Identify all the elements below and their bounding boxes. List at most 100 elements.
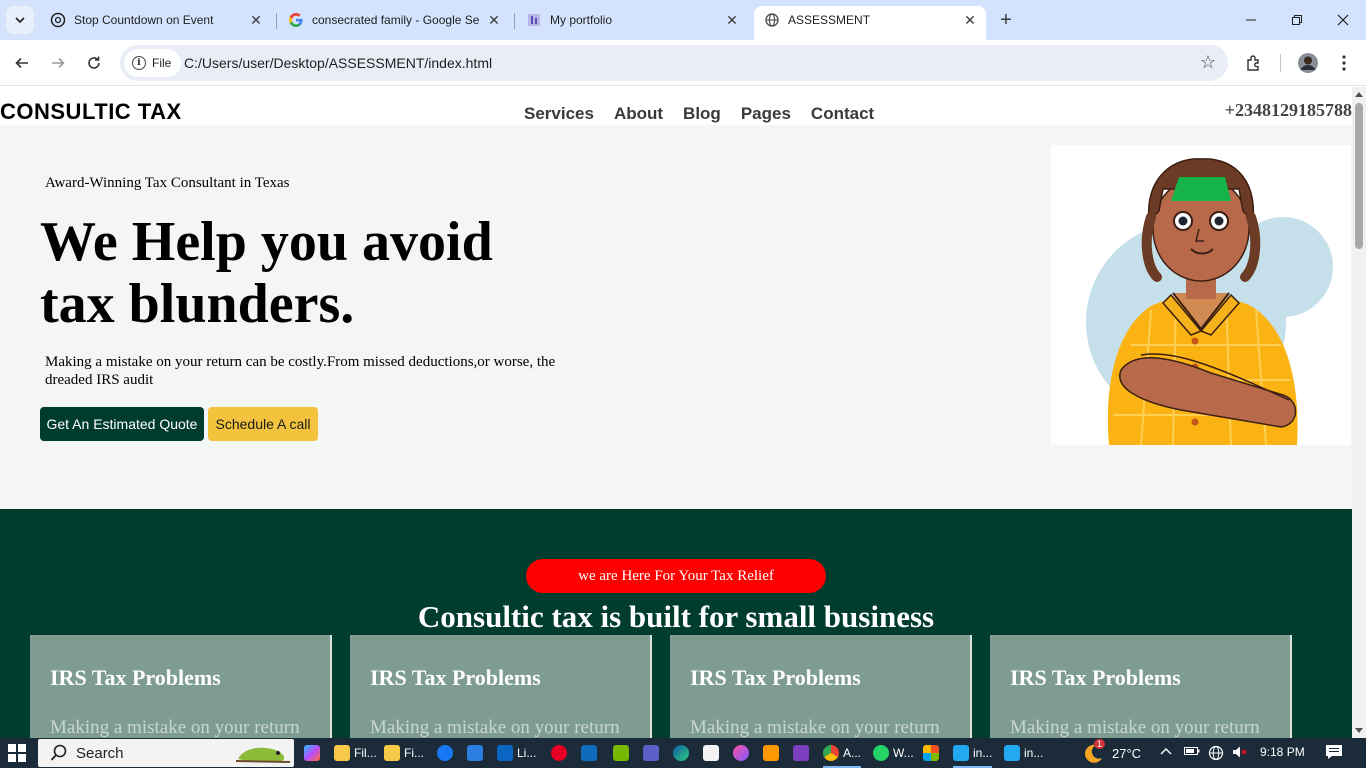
extensions-button[interactable]: [1240, 49, 1268, 77]
tab-assessment[interactable]: ASSESSMENT ✕: [754, 6, 986, 40]
taskbar-file-explorer-2[interactable]: Fi...: [384, 741, 424, 765]
taskbar-office[interactable]: [923, 741, 939, 765]
tray-overflow-icon[interactable]: [1160, 745, 1172, 759]
speaker-muted-icon[interactable]: [1232, 745, 1248, 762]
page-scrollbar[interactable]: [1352, 87, 1366, 738]
close-icon[interactable]: ✕: [722, 10, 742, 30]
tab-title: Stop Countdown on Event: [74, 13, 214, 27]
forward-button[interactable]: [44, 49, 72, 77]
card-text: Making a mistake on your return: [370, 717, 620, 738]
address-bar[interactable]: i File C:/Users/user/Desktop/ASSESSMENT/…: [120, 45, 1228, 81]
scroll-down-arrow-icon[interactable]: [1355, 728, 1363, 733]
back-button[interactable]: [8, 49, 36, 77]
nav-contact[interactable]: Contact: [811, 104, 874, 124]
nav-pages[interactable]: Pages: [741, 104, 791, 124]
windows-logo-icon: [8, 744, 26, 762]
puzzle-icon: [1247, 55, 1259, 71]
tab-my-portfolio[interactable]: My portfolio ✕: [516, 6, 748, 34]
weather-widget[interactable]: 1 27°C: [1082, 739, 1142, 765]
reload-icon: [88, 56, 100, 69]
bookmark-star-icon[interactable]: ☆: [1200, 52, 1216, 73]
close-window-button[interactable]: [1320, 0, 1366, 40]
page-viewport: CONSULTIC TAX Services About Blog Pages …: [0, 87, 1352, 738]
taskbar-file-explorer-1[interactable]: Fil...: [334, 741, 377, 765]
scroll-up-arrow-icon[interactable]: [1355, 92, 1363, 97]
document-icon: [703, 745, 719, 761]
taskbar-search[interactable]: Search: [38, 739, 294, 767]
office-icon: [923, 745, 939, 761]
service-card[interactable]: IRS Tax Problems Making a mistake on you…: [670, 635, 972, 738]
close-icon[interactable]: ✕: [960, 10, 980, 30]
tab-strip: Stop Countdown on Event ✕ consecrated fa…: [0, 0, 1366, 40]
chatgpt-icon: [50, 12, 66, 28]
scrollbar-thumb[interactable]: [1355, 103, 1363, 249]
taskbar-item-label: in...: [973, 746, 993, 760]
tax-relief-pill[interactable]: we are Here For Your Tax Relief: [526, 559, 826, 593]
taskbar-copilot[interactable]: [304, 741, 320, 765]
arrow-left-icon: [15, 57, 28, 69]
clock-time[interactable]: 9:18 PM: [1260, 745, 1305, 759]
taskbar-app-3[interactable]: [793, 741, 809, 765]
copilot-icon: [304, 745, 320, 761]
taskbar-app-2[interactable]: [733, 741, 749, 765]
consultant-illustration: [1051, 145, 1351, 446]
taskbar-teams[interactable]: [643, 741, 659, 765]
network-globe-icon[interactable]: [1208, 745, 1224, 764]
site-info-chip[interactable]: i File: [124, 49, 182, 77]
card-title: IRS Tax Problems: [1010, 665, 1181, 690]
menu-button[interactable]: [1330, 49, 1358, 77]
new-tab-button[interactable]: +: [994, 8, 1018, 32]
taskbar-whatsapp[interactable]: W...: [873, 741, 914, 765]
taskbar-facebook[interactable]: [437, 741, 453, 765]
taskbar-chrome[interactable]: A...: [823, 741, 862, 768]
taskbar-nvidia[interactable]: [613, 741, 629, 765]
tab-separator: [514, 13, 515, 29]
tab-stop-countdown[interactable]: Stop Countdown on Event ✕: [40, 6, 272, 34]
tab-google-search[interactable]: consecrated family - Google Se ✕: [278, 6, 510, 34]
taskbar-outlook[interactable]: [581, 741, 597, 765]
taskbar-item-label: Fi...: [404, 746, 424, 760]
close-icon: [1337, 14, 1349, 26]
card-title: IRS Tax Problems: [370, 665, 541, 690]
service-card[interactable]: IRS Tax Problems Making a mistake on you…: [990, 635, 1292, 738]
store-icon: [467, 745, 483, 761]
profile-avatar[interactable]: [1294, 49, 1322, 77]
taskbar-linkedin[interactable]: Li...: [497, 741, 536, 765]
url-text[interactable]: C:/Users/user/Desktop/ASSESSMENT/index.h…: [184, 55, 492, 71]
windows-start-button[interactable]: [8, 744, 26, 762]
site-logo[interactable]: CONSULTIC TAX: [0, 99, 182, 125]
taskbar-app-1[interactable]: [703, 741, 719, 765]
services-band: we are Here For Your Tax Relief Consulti…: [0, 509, 1352, 738]
nav-services[interactable]: Services: [524, 104, 594, 124]
temperature: 27°C: [1112, 745, 1142, 761]
taskbar-store[interactable]: [467, 741, 483, 765]
weather-badge: 1: [1094, 739, 1106, 749]
hero-section: Award-Winning Tax Consultant in Texas We…: [0, 125, 1352, 509]
battery-icon[interactable]: [1184, 745, 1200, 760]
get-quote-button[interactable]: Get An Estimated Quote: [40, 407, 204, 441]
service-card[interactable]: IRS Tax Problems Making a mistake on you…: [30, 635, 332, 738]
taskbar-edge[interactable]: [673, 741, 689, 765]
taskbar-vscode-1[interactable]: in...: [953, 741, 993, 768]
outlook-icon: [581, 745, 597, 761]
taskbar-pinterest[interactable]: [551, 741, 567, 765]
restore-button[interactable]: [1274, 0, 1320, 40]
taskbar-vscode-2[interactable]: in...: [1004, 741, 1043, 765]
nav-about[interactable]: About: [614, 104, 663, 124]
nav-blog[interactable]: Blog: [683, 104, 721, 124]
phone-number[interactable]: +2348129185788: [1225, 100, 1352, 121]
notification-center-icon[interactable]: [1325, 744, 1343, 763]
taskbar-sublime[interactable]: [763, 741, 779, 765]
vscode-icon: [953, 745, 969, 761]
hero-lead: Making a mistake on your return can be c…: [45, 354, 556, 388]
globe-icon: [764, 12, 780, 28]
tab-search-button[interactable]: [6, 6, 34, 34]
service-card[interactable]: IRS Tax Problems Making a mistake on you…: [350, 635, 652, 738]
main-nav: Services About Blog Pages Contact: [524, 104, 874, 124]
minimize-button[interactable]: [1228, 0, 1274, 40]
close-icon[interactable]: ✕: [484, 10, 504, 30]
folder-icon: [384, 745, 400, 761]
schedule-call-button[interactable]: Schedule A call: [208, 407, 318, 441]
reload-button[interactable]: [80, 49, 108, 77]
close-icon[interactable]: ✕: [246, 10, 266, 30]
